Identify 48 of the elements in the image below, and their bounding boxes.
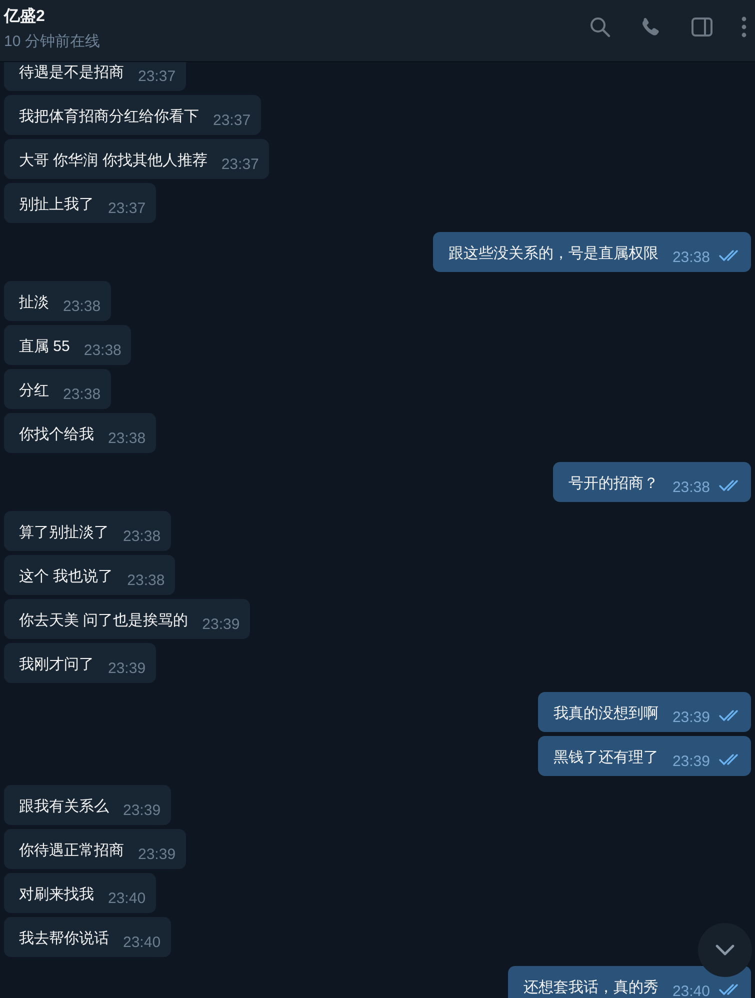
message-time: 23:38	[123, 528, 161, 544]
message-text: 别扯上我了	[19, 194, 94, 214]
message-time: 23:38	[127, 572, 165, 588]
sidebar-icon[interactable]	[690, 14, 714, 38]
message-time: 23:39	[123, 802, 161, 818]
message-time: 23:40	[123, 934, 161, 950]
message-text: 我把体育招商分红给你看下	[19, 106, 199, 126]
message-text: 还想套我话，真的秀	[523, 978, 658, 996]
message-text: 跟我有关系么	[19, 796, 109, 816]
message-time: 23:37	[221, 156, 259, 172]
message-time: 23:38	[672, 478, 710, 496]
message-text: 我刚才问了	[19, 654, 94, 674]
message-time: 23:39	[108, 660, 146, 676]
message-text: 你找个给我	[19, 424, 94, 444]
search-icon[interactable]	[588, 14, 612, 38]
message-time: 23:38	[63, 386, 101, 402]
message-time: 23:38	[84, 342, 122, 358]
message-time: 23:39	[672, 708, 710, 726]
last-seen-status: 10 分钟前在线	[4, 32, 100, 51]
message-text: 对刷来找我	[19, 884, 94, 904]
message-time: 23:40	[108, 890, 146, 906]
message-text: 这个 我也说了	[19, 566, 114, 586]
chevron-down-icon	[715, 944, 735, 956]
message-text: 我真的没想到啊	[553, 704, 658, 722]
message-text: 跟这些没关系的，号是直属权限	[448, 244, 658, 262]
message-text: 算了别扯淡了	[19, 522, 109, 542]
chat-title: 亿盛2	[4, 6, 46, 27]
message-time: 23:39	[672, 752, 710, 770]
message-text: 你待遇正常招商	[19, 840, 124, 860]
message-text: 大哥 你华润 你找其他人推荐	[19, 150, 208, 170]
message-time: 23:40	[672, 982, 710, 998]
message-text: 黑钱了还有理了	[553, 748, 658, 766]
message-text: 你去天美 问了也是挨骂的	[19, 610, 188, 630]
message-text: 分红	[19, 380, 49, 400]
message-time: 23:37	[108, 200, 146, 216]
message-time: 23:37	[138, 68, 176, 84]
message-time: 23:38	[672, 248, 710, 266]
message-text: 号开的招商？	[568, 474, 658, 492]
message-time: 23:38	[63, 298, 101, 314]
message-text: 我去帮你说话	[19, 928, 109, 948]
message-time: 23:39	[202, 616, 240, 632]
message-time: 23:38	[108, 430, 146, 446]
message-text: 直属 55	[19, 336, 70, 356]
more-icon[interactable]	[741, 14, 747, 38]
message-time: 23:37	[213, 112, 251, 128]
message-text: 待遇是不是招商	[19, 62, 124, 82]
message-time: 23:39	[138, 846, 176, 862]
message-text: 扯淡	[19, 292, 49, 312]
